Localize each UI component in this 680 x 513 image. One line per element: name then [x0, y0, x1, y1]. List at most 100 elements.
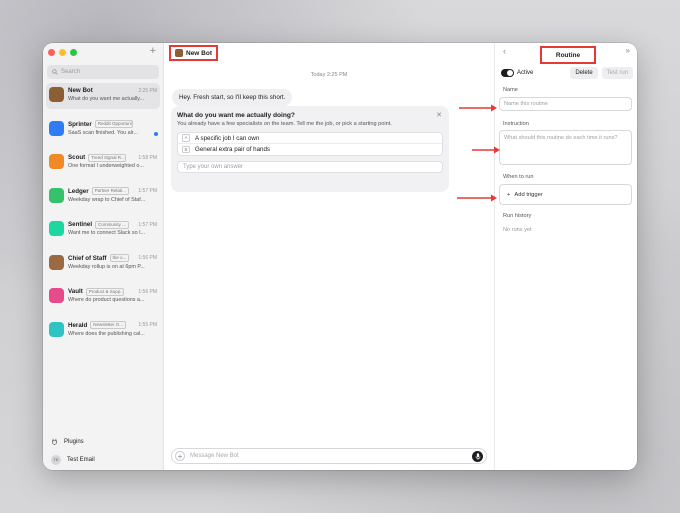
bot-tag-badge: Partner Relati...	[91, 187, 129, 195]
search-input[interactable]: Search	[47, 65, 159, 79]
bot-list-item-body: Ledger Partner Relati... 1:57 PM Weekday wr…	[68, 187, 157, 203]
new-bot-plus-icon[interactable]: +	[150, 45, 156, 57]
chat-area: New Bot Today 2:25 PM Hey. Fresh start, …	[164, 43, 495, 470]
attach-plus-icon[interactable]: +	[175, 451, 185, 461]
bot-name: Sprinter	[68, 120, 92, 128]
bot-list-item[interactable]: Chief of Staff the o... 1:56 PM Weekday rol…	[46, 251, 160, 277]
bot-list-item-header: New Bot 2:25 PM	[68, 86, 157, 95]
bot-list-item[interactable]: Herald Newsletter O... 1:55 PM Where does t…	[46, 318, 160, 344]
bot-preview: Where do product questions a...	[68, 297, 145, 303]
plugins-item[interactable]: Plugins	[51, 437, 95, 446]
avatar	[49, 120, 64, 136]
chevron-left-icon[interactable]: ‹	[503, 46, 506, 56]
bot-name: Chief of Staff	[68, 254, 107, 262]
bot-list-item-body: Scout Trend Signal R... 1:58 PM One format …	[68, 153, 157, 169]
bot-time: 1:57 PM	[138, 188, 157, 194]
routine-title-highlight: Routine	[540, 46, 596, 64]
bot-list-item[interactable]: SprinterReddit Opportunit...SaaS scan fi…	[46, 117, 160, 143]
unread-indicator	[154, 131, 158, 136]
chat-title-highlight: New Bot	[169, 45, 218, 61]
bot-time: 1:56 PM	[138, 288, 157, 295]
annotation-arrow-trigger	[457, 194, 497, 202]
bot-preview: One format I underweighted o...	[68, 163, 144, 169]
name-field[interactable]: Name this routine	[499, 97, 632, 111]
run-history-label: Run history	[503, 213, 532, 219]
bot-list-item[interactable]: New Bot 2:25 PM What do you want me actual…	[46, 83, 160, 109]
avatar	[49, 221, 64, 236]
bot-name: Vault	[68, 288, 83, 295]
custom-answer-input[interactable]: Type your own answer	[177, 161, 443, 173]
no-runs-text: No runs yet	[503, 227, 532, 233]
bot-list-item-body: Vault Product & Supp... 1:56 PM Where do pr…	[68, 287, 157, 303]
minimize-window-button[interactable]	[59, 49, 66, 56]
bot-name: Herald	[68, 321, 88, 329]
avatar	[49, 87, 64, 102]
collapse-panel-icon[interactable]: »	[626, 46, 630, 55]
bot-list-item-body: Chief of Staff the o... 1:56 PM Weekday rol…	[68, 254, 157, 270]
avatar	[49, 254, 64, 270]
bot-list-item[interactable]: Scout Trend Signal R... 1:58 PM One format …	[46, 150, 160, 176]
option-label: General extra pair of hands	[195, 146, 270, 153]
bot-time: 1:57 PM	[138, 221, 157, 228]
bot-avatar	[175, 49, 183, 57]
name-label: Name	[503, 87, 518, 93]
instruction-label: Instruction	[503, 121, 529, 127]
option-key: A	[182, 134, 191, 142]
bot-tag-badge: the o...	[109, 254, 130, 262]
bot-list-item-body: Sentinel Community ... 1:57 PM Want me to c…	[68, 220, 157, 236]
chat-title: New Bot	[186, 49, 212, 57]
option-b[interactable]: B General extra pair of hands	[178, 144, 442, 155]
add-trigger-label: Add trigger	[514, 191, 543, 198]
microphone-button[interactable]	[472, 450, 483, 462]
bot-preview: Want me to connect Slack so I...	[68, 230, 146, 236]
bot-list-item[interactable]: Sentinel Community ... 1:57 PM Want me to c…	[46, 217, 160, 243]
bot-time: 1:56 PM	[138, 255, 157, 261]
bot-list-item-body: Herald Newsletter O... 1:55 PM Where does t…	[68, 321, 157, 337]
routine-header: ‹ Routine »	[495, 43, 637, 64]
active-toggle[interactable]	[501, 68, 514, 77]
close-window-button[interactable]	[48, 49, 55, 56]
bot-name: Ledger	[68, 187, 89, 195]
composer-placeholder: Message New Bot	[190, 453, 239, 459]
avatar	[49, 154, 64, 169]
avatar: TE	[51, 454, 61, 465]
annotation-arrow-name	[459, 104, 497, 112]
test-run-button[interactable]: Test run	[601, 66, 633, 79]
bot-tag-badge: Newsletter O...	[90, 321, 127, 329]
plus-icon: +	[507, 191, 511, 198]
zoom-window-button[interactable]	[70, 49, 77, 56]
option-key: B	[182, 145, 191, 154]
message-composer[interactable]: + Message New Bot	[171, 448, 487, 464]
sidebar: + Search New Bot 2:25 PM What do you want …	[43, 43, 164, 470]
avatar	[49, 321, 64, 337]
bot-time: 1:55 PM	[138, 322, 157, 328]
bot-list-item-body: SprinterReddit Opportunit...SaaS scan fi…	[68, 120, 157, 136]
bot-list: New Bot 2:25 PM What do you want me actual…	[46, 83, 160, 351]
search-icon	[52, 69, 58, 75]
bot-preview: Weekday rollup is on at 6pm P...	[68, 263, 145, 270]
bot-name: New Bot	[68, 87, 93, 94]
bot-list-item[interactable]: Ledger Partner Relati... 1:57 PM Weekday wr…	[46, 184, 160, 210]
bot-preview: Where does the publishing cal...	[68, 330, 145, 337]
window-controls	[48, 49, 77, 56]
bot-list-item-body: New Bot 2:25 PM What do you want me actual…	[68, 86, 157, 102]
bot-list-item[interactable]: Vault Product & Supp... 1:56 PM Where do pr…	[46, 284, 160, 310]
option-a[interactable]: A A specific job I can own	[178, 133, 442, 144]
bot-list-item-header: SprinterReddit Opportunit...	[68, 120, 157, 129]
user-name: Test Email	[67, 456, 95, 463]
bot-list-item-header: Herald Newsletter O... 1:55 PM	[68, 321, 157, 330]
bot-tag-badge: Trend Signal R...	[88, 153, 127, 162]
bot-preview: SaaS scan finished. You alr...	[68, 129, 138, 136]
bot-list-item-header: Sentinel Community ... 1:57 PM	[68, 220, 157, 229]
question-title: What do you want me actually doing?	[177, 112, 295, 119]
delete-button[interactable]: Delete	[570, 66, 598, 79]
close-icon[interactable]: ✕	[436, 111, 442, 119]
add-trigger-button[interactable]: + Add trigger	[499, 184, 632, 205]
microphone-icon	[475, 452, 480, 460]
active-label: Active	[517, 69, 534, 76]
bot-list-item-header: Scout Trend Signal R... 1:58 PM	[68, 153, 157, 162]
user-item[interactable]: TE Test Email	[51, 454, 95, 465]
instruction-field[interactable]: What should this routine do each time it…	[499, 130, 632, 165]
avatar	[49, 288, 64, 303]
bot-time: 1:58 PM	[138, 154, 157, 161]
